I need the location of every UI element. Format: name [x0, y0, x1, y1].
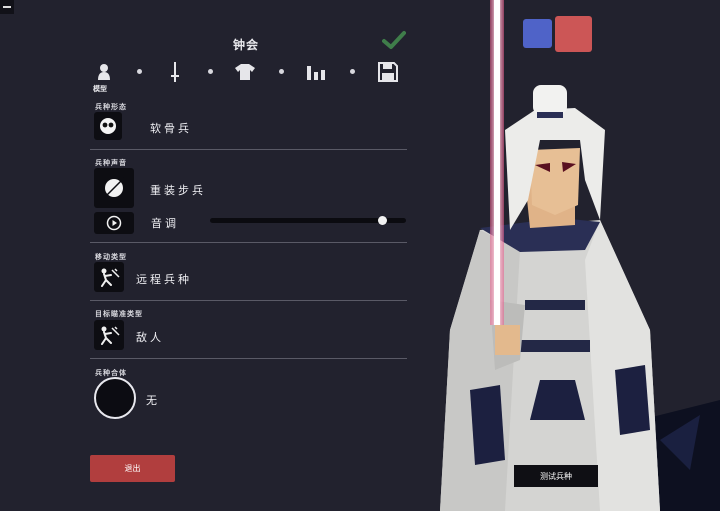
primary-color-swatch[interactable] — [523, 19, 552, 48]
exit-button[interactable]: 退出 — [90, 455, 175, 482]
test-unit-button[interactable]: 测试兵种 — [514, 465, 598, 487]
targeting-button[interactable] — [94, 320, 124, 350]
save-icon — [378, 62, 398, 82]
emblem-section-label: 兵种形态 — [95, 103, 127, 111]
emblem-value: 软骨兵 — [150, 122, 192, 135]
unit-editor-panel: 钟会 模型 兵种形态 软骨兵 兵种声音 重装步兵 音调 移动类型 远程兵种 目标… — [0, 0, 420, 511]
step-separator — [350, 69, 355, 74]
unit-preview-viewport[interactable] — [420, 0, 720, 511]
step-model-label: 模型 — [93, 85, 107, 93]
play-voice-button[interactable] — [94, 212, 134, 234]
secondary-color-swatch[interactable] — [555, 16, 592, 52]
fusion-button[interactable] — [94, 377, 136, 419]
voice-value: 重装步兵 — [150, 184, 206, 197]
step-model[interactable]: 模型 — [92, 60, 116, 93]
pitch-slider-knob[interactable] — [378, 216, 388, 225]
section-divider — [90, 149, 407, 150]
checkmark-icon[interactable] — [382, 30, 406, 50]
sword-icon — [171, 62, 179, 82]
step-clothing[interactable] — [233, 60, 257, 84]
voice-orb-icon — [104, 177, 125, 198]
step-weapons[interactable] — [163, 60, 187, 84]
bar-chart-icon — [307, 66, 325, 80]
section-divider — [90, 242, 407, 243]
step-save[interactable] — [376, 60, 400, 84]
movement-button[interactable] — [94, 262, 124, 292]
fusion-value: 无 — [146, 394, 160, 407]
voice-button[interactable] — [94, 168, 134, 208]
play-icon — [106, 215, 122, 231]
section-divider — [90, 300, 407, 301]
unit-name-title[interactable]: 钟会 — [200, 36, 292, 53]
voice-section-label: 兵种声音 — [95, 159, 127, 167]
skull-face-icon — [100, 118, 116, 134]
pitch-slider[interactable] — [210, 216, 406, 225]
section-divider — [90, 358, 407, 359]
unit-model-preview — [440, 0, 720, 511]
targeting-section-label: 目标瞄准类型 — [95, 310, 143, 318]
editor-steps: 模型 — [92, 60, 410, 94]
movement-section-label: 移动类型 — [95, 253, 127, 261]
targeting-value: 敌人 — [136, 331, 164, 344]
step-stats[interactable] — [304, 60, 328, 84]
step-separator — [208, 69, 213, 74]
movement-value: 远程兵种 — [136, 273, 192, 286]
ranged-unit-icon — [101, 268, 120, 287]
emblem-button[interactable] — [94, 112, 122, 140]
target-enemy-icon — [101, 326, 120, 345]
person-icon — [98, 64, 110, 80]
step-separator — [137, 69, 142, 74]
pitch-label: 音调 — [151, 217, 179, 230]
step-separator — [279, 69, 284, 74]
shirt-icon — [235, 64, 255, 80]
